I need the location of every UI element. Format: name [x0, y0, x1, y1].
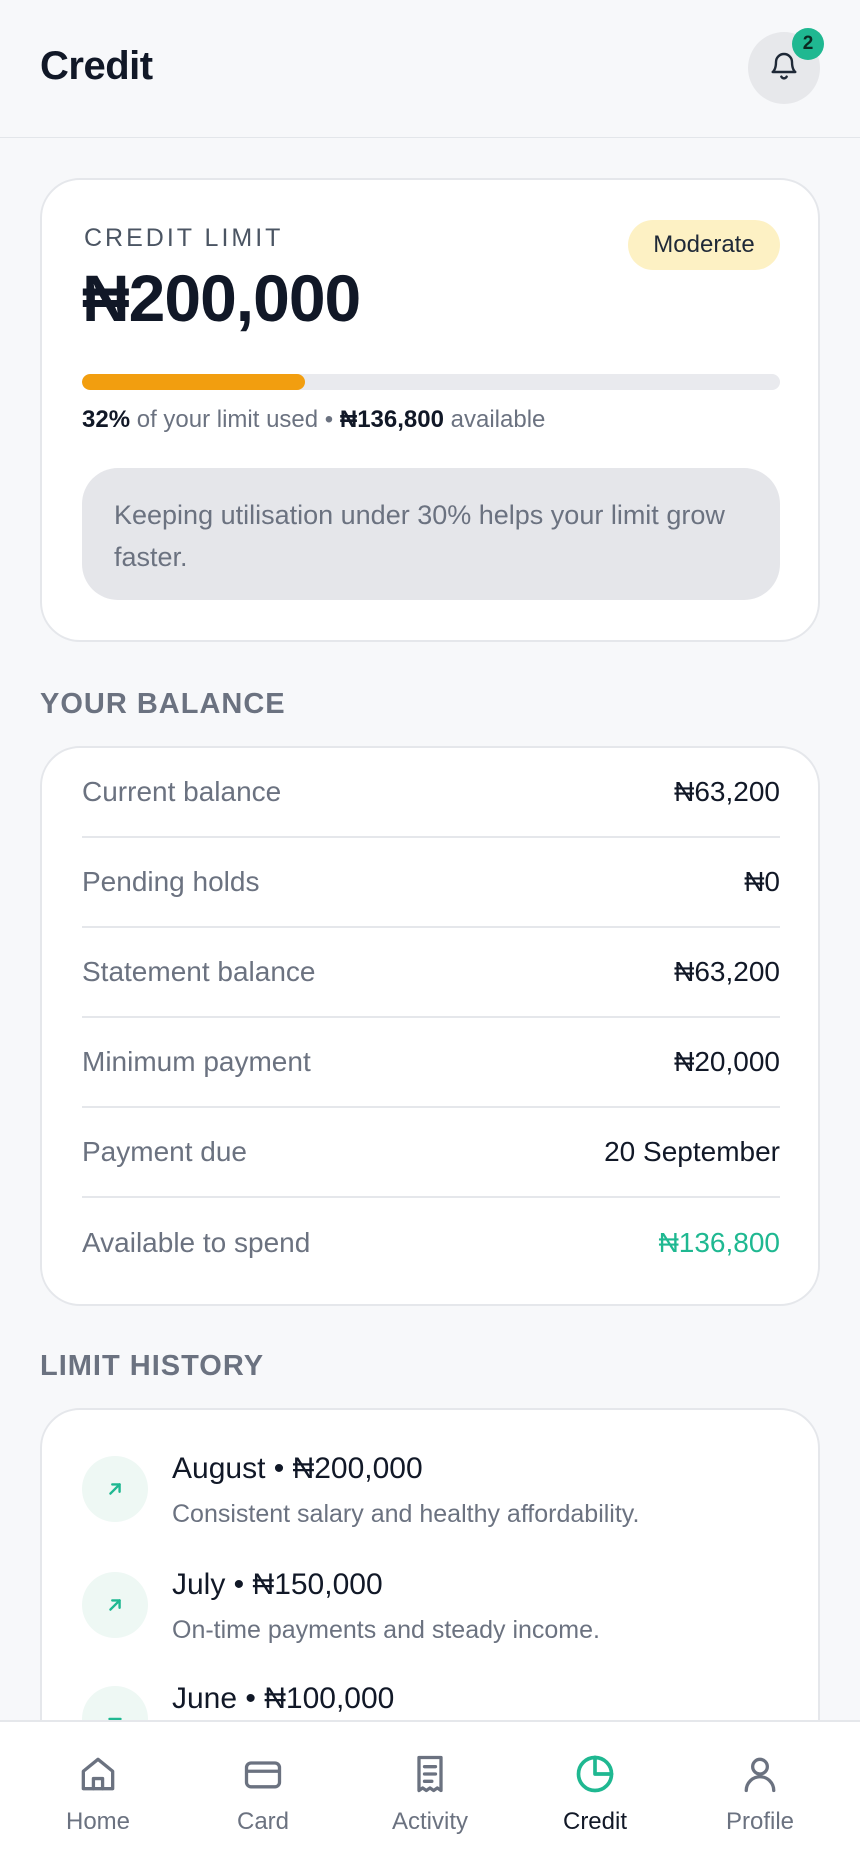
balance-row-minimum-payment: Minimum payment ₦20,000 — [82, 1018, 780, 1108]
history-title: July • ₦150,000 — [172, 1568, 383, 1601]
balance-row-payment-due: Payment due 20 September — [82, 1108, 780, 1198]
balance-card: Current balance ₦63,200 Pending holds ₦0… — [40, 746, 820, 1306]
row-value: ₦20,000 — [674, 1046, 780, 1077]
row-value: ₦63,200 — [674, 776, 780, 807]
history-description: Consistent salary and healthy affordabil… — [172, 1500, 640, 1528]
bell-icon — [768, 50, 800, 87]
nav-item-profile[interactable]: Profile — [690, 1752, 830, 1842]
utilisation-progress-fill — [82, 374, 306, 390]
row-label: Pending holds — [82, 866, 260, 897]
nav-label: Home — [65, 1808, 131, 1835]
row-value: 20 September — [604, 1136, 780, 1167]
notification-count-badge: 2 — [792, 28, 824, 60]
balance-row-pending: Pending holds ₦0 — [82, 838, 780, 928]
utilisation-progress-bar — [82, 374, 780, 390]
used-percent: 32% — [82, 406, 131, 433]
arrow-up-right-icon — [82, 1572, 148, 1638]
page-title: Credit — [40, 44, 153, 88]
card-icon — [244, 1761, 282, 1789]
available-amount: ₦136,800 — [339, 406, 444, 433]
nav-item-home[interactable]: Home — [28, 1752, 168, 1842]
nav-label: Card — [236, 1808, 290, 1835]
utilisation-tip: Keeping utilisation under 30% helps your… — [82, 468, 780, 600]
history-description: On-time payments and steady income. — [172, 1616, 600, 1644]
credit-limit-label: CREDIT LIMIT — [84, 224, 284, 252]
history-section-heading: LIMIT HISTORY — [40, 1350, 265, 1382]
nav-label: Profile — [725, 1808, 795, 1835]
history-item: July • ₦150,000 On-time payments and ste… — [82, 1566, 780, 1666]
nav-item-activity[interactable]: Activity — [360, 1752, 500, 1842]
row-label: Available to spend — [82, 1227, 311, 1258]
credit-limit-card: CREDIT LIMIT ₦200,000 Moderate 32% of yo… — [40, 178, 820, 642]
row-label: Payment due — [82, 1136, 247, 1167]
history-title: August • ₦200,000 — [172, 1452, 423, 1485]
nav-label: Activity — [391, 1808, 468, 1835]
utilisation-status-badge: Moderate — [628, 220, 780, 270]
used-text: of your limit used • — [136, 406, 334, 433]
credit-limit-amount: ₦200,000 — [82, 261, 361, 335]
balance-row-current: Current balance ₦63,200 — [82, 748, 780, 838]
history-item: August • ₦200,000 Consistent salary and … — [82, 1450, 780, 1550]
history-title: June • ₦100,000 — [172, 1682, 395, 1715]
usage-summary: 32% of your limit used • ₦136,800 availa… — [82, 406, 545, 434]
receipt-icon — [417, 1755, 443, 1793]
arrow-up-right-icon — [82, 1456, 148, 1522]
balance-row-statement: Statement balance ₦63,200 — [82, 928, 780, 1018]
nav-label: Credit — [562, 1808, 628, 1835]
pie-chart-icon — [576, 1755, 614, 1793]
user-icon — [744, 1757, 776, 1793]
bottom-nav: Home Card Activity Credit Profile — [0, 1720, 860, 1864]
row-value: ₦136,800 — [658, 1227, 780, 1258]
nav-item-credit[interactable]: Credit — [525, 1752, 665, 1842]
row-label: Minimum payment — [82, 1046, 311, 1077]
row-value: ₦63,200 — [674, 956, 780, 987]
nav-item-card[interactable]: Card — [193, 1752, 333, 1842]
row-value: ₦0 — [744, 866, 780, 897]
home-icon — [81, 1757, 115, 1791]
balance-section-heading: YOUR BALANCE — [40, 688, 286, 720]
row-label: Current balance — [82, 776, 282, 807]
available-text: available — [450, 406, 546, 433]
app-header: Credit 2 — [0, 0, 860, 138]
row-label: Statement balance — [82, 956, 316, 987]
balance-row-available: Available to spend ₦136,800 — [82, 1198, 780, 1288]
